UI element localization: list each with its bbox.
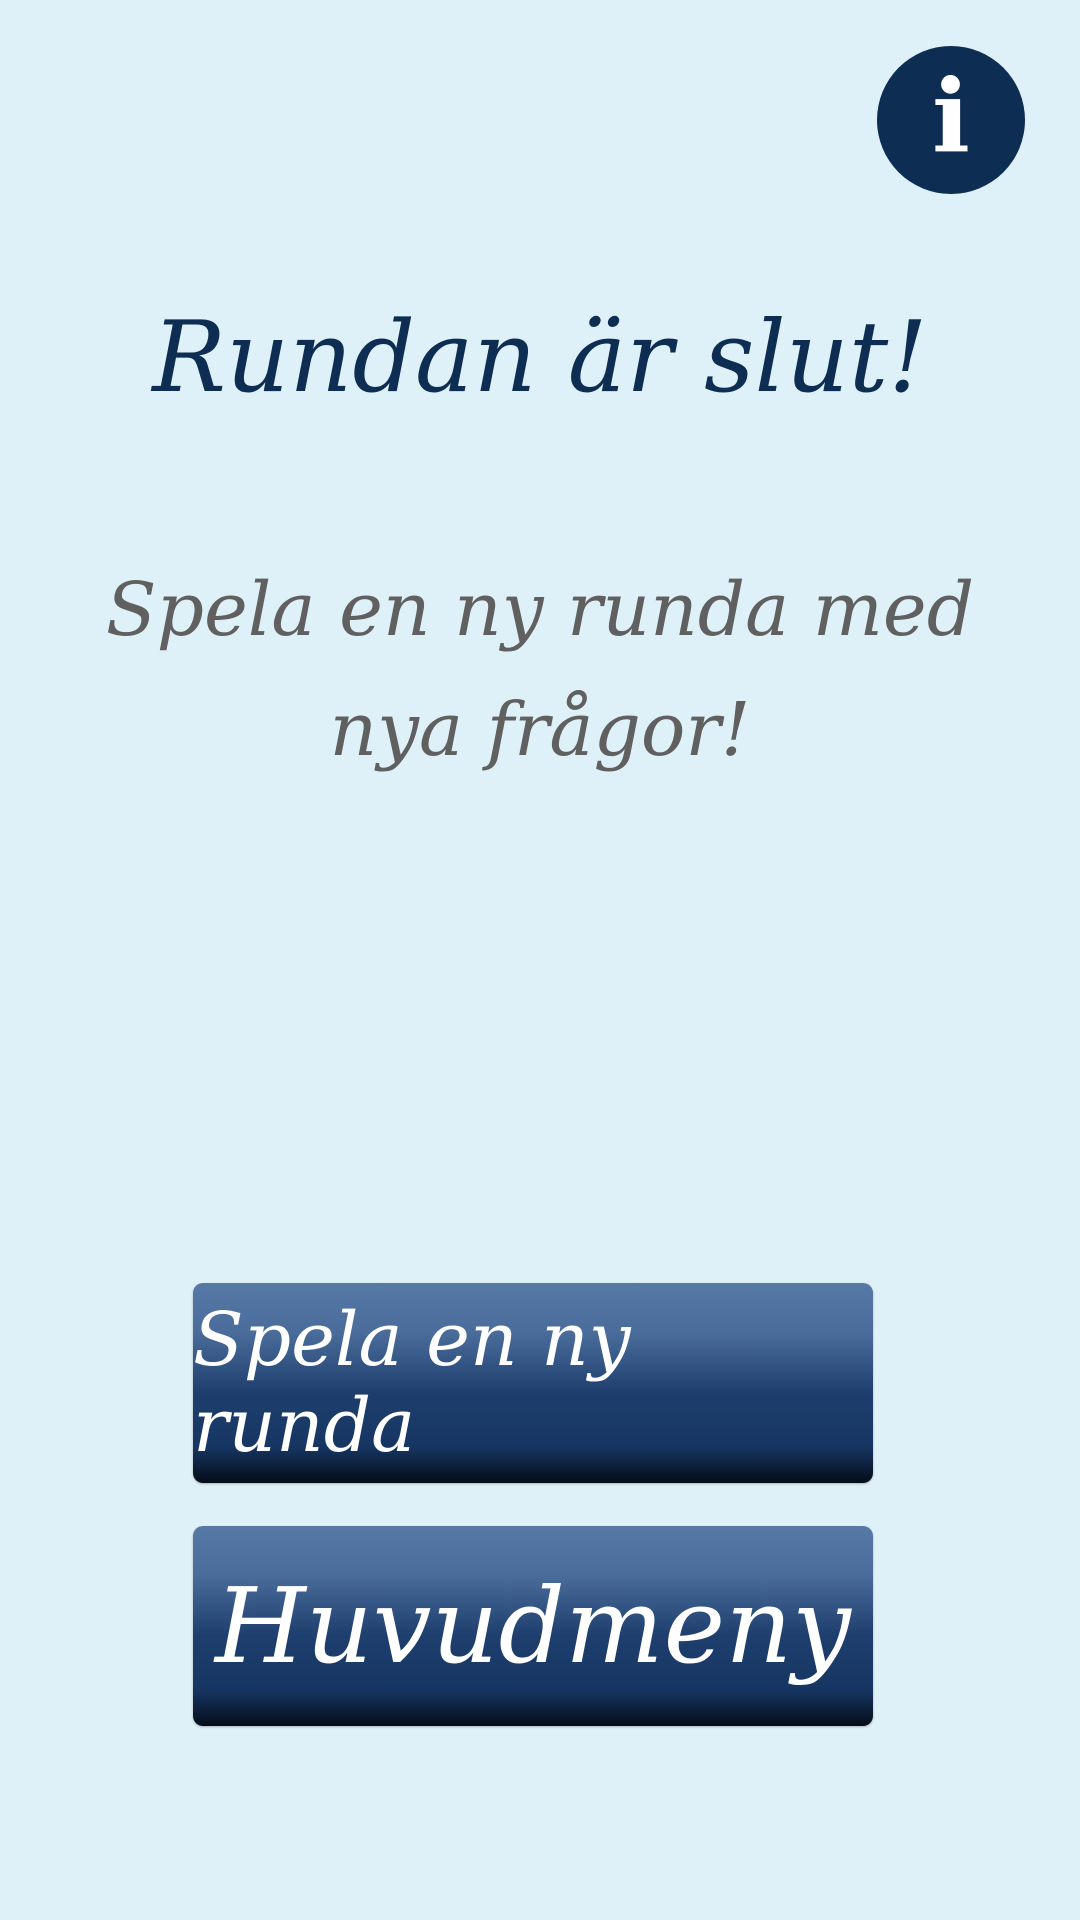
main-menu-button[interactable]: Huvudmeny xyxy=(193,1526,873,1726)
subtitle-text: Spela en ny runda med nya frågor! xyxy=(105,567,975,773)
play-new-round-button[interactable]: Spela en ny runda xyxy=(193,1283,873,1483)
page-title: Rundan är slut! xyxy=(152,301,928,415)
info-icon: i xyxy=(932,57,970,175)
play-new-round-label: Spela en ny runda xyxy=(193,1297,631,1469)
info-button[interactable]: i xyxy=(877,46,1025,194)
main-menu-label: Huvudmeny xyxy=(215,1565,851,1687)
